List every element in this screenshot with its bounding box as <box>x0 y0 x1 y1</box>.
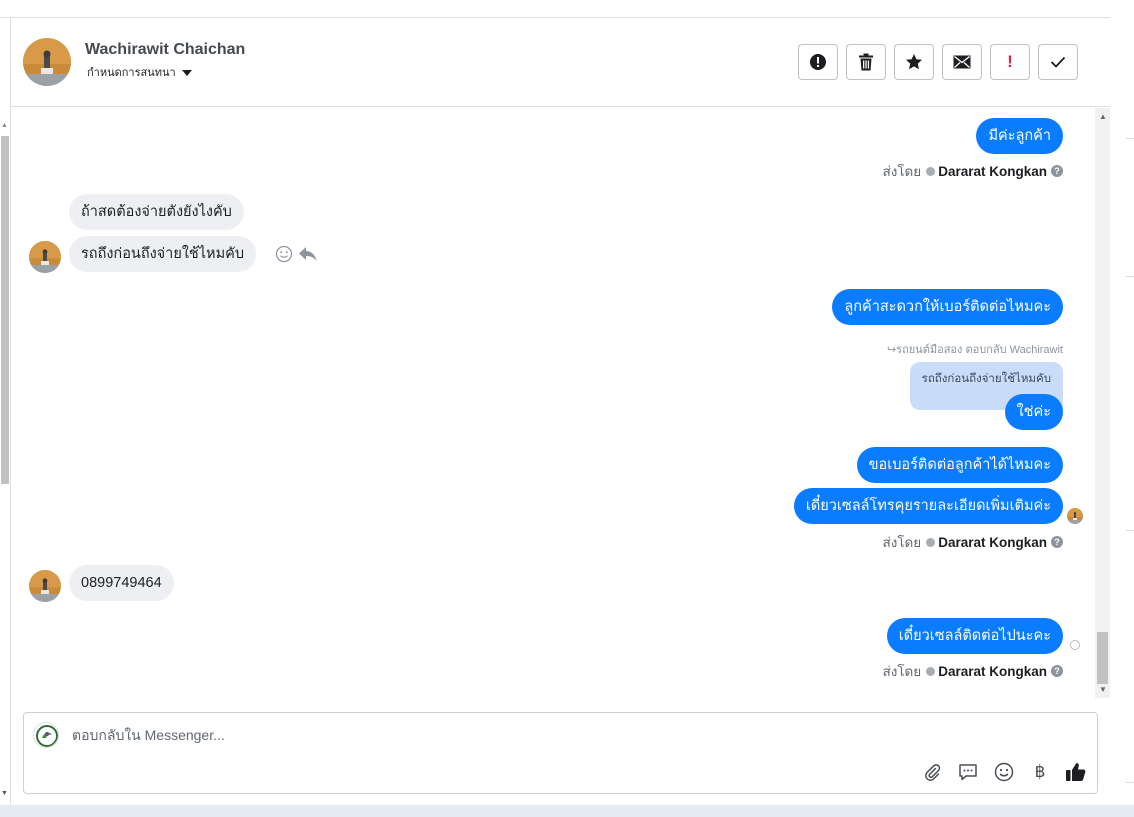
contact-name[interactable]: Wachirawit Chaichan <box>85 41 245 59</box>
follow-up-button[interactable]: ! <box>990 44 1030 80</box>
envelope-icon <box>953 55 971 69</box>
help-icon[interactable]: ? <box>1051 165 1063 177</box>
emoji-icon[interactable] <box>992 760 1016 784</box>
read-receipt-avatar <box>1067 508 1083 524</box>
message-incoming[interactable]: รถถึงก่อนถึงจ่ายใช้ไหมคับ <box>69 236 257 272</box>
message-outgoing[interactable]: เดี๋ยวเซลล์โทรคุยรายละเอียดเพิ่มเติมค่ะ <box>793 488 1063 524</box>
message-outgoing[interactable]: ลูกค้าสะดวกให้เบอร์ติดต่อไหมคะ <box>832 289 1063 325</box>
mark-done-button[interactable] <box>1038 44 1078 80</box>
header-actions: ! <box>798 44 1078 80</box>
bottom-strip <box>0 805 1134 817</box>
alert-circle-icon <box>810 54 826 70</box>
help-icon[interactable]: ? <box>1051 536 1063 548</box>
agent-name[interactable]: Dararat Kongkan <box>938 664 1047 679</box>
scroll-down-arrow[interactable]: ▼ <box>1099 685 1107 694</box>
contact-avatar[interactable] <box>29 241 61 273</box>
conversation-settings-label: กำหนดการสนทนา <box>87 67 176 79</box>
contact-avatar[interactable] <box>29 570 61 602</box>
conversation-header: Wachirawit Chaichan กำหนดการสนทนา ! <box>11 18 1110 107</box>
message-list: มีค่ะลูกค้า ส่งโดย Dararat Kongkan? ถ้าสด… <box>11 108 1110 698</box>
sent-check-icon <box>926 166 936 176</box>
saved-replies-icon[interactable] <box>956 760 980 784</box>
message-outgoing[interactable]: เดี๋ยวเซลล์ติดต่อไปนะคะ <box>886 618 1063 654</box>
message-incoming[interactable]: 0899749464 <box>69 565 174 601</box>
star-icon <box>906 54 922 70</box>
reply-icon[interactable] <box>298 246 318 267</box>
star-button[interactable] <box>894 44 934 80</box>
left-scrollbar[interactable]: ▲ ▼ <box>0 18 11 805</box>
exclamation-icon: ! <box>1007 52 1013 71</box>
reply-input[interactable] <box>72 725 972 745</box>
paperclip-icon[interactable] <box>920 760 944 784</box>
help-icon[interactable]: ? <box>1051 665 1063 677</box>
mark-spam-button[interactable] <box>798 44 838 80</box>
top-strip <box>0 0 1110 18</box>
message-incoming[interactable]: ถ้าสดต้องจ่ายตังยังไงคับ <box>69 194 244 230</box>
scroll-up-arrow[interactable]: ▲ <box>1099 112 1107 121</box>
sent-check-icon <box>926 537 936 547</box>
reply-context-label: ↪รถยนต์มือสอง ตอบกลับ Wachirawit <box>886 344 1063 356</box>
delivered-check-icon <box>1070 640 1080 650</box>
agent-name[interactable]: Dararat Kongkan <box>938 164 1047 179</box>
messages-scrollbar[interactable]: ▲ ▼ <box>1095 108 1110 698</box>
sent-by-label: ส่งโดย Dararat Kongkan? <box>882 531 1063 553</box>
baht-icon[interactable]: ฿ <box>1028 760 1052 784</box>
delete-button[interactable] <box>846 44 886 80</box>
react-emoji-icon[interactable] <box>275 245 293 268</box>
scroll-down-arrow[interactable]: ▼ <box>1 790 8 797</box>
sent-by-label: ส่งโดย Dararat Kongkan? <box>882 160 1063 182</box>
contact-avatar[interactable] <box>23 38 71 86</box>
reply-composer: ฿ <box>23 712 1098 794</box>
sent-by-label: ส่งโดย Dararat Kongkan? <box>882 660 1063 682</box>
scroll-up-arrow[interactable]: ▲ <box>1 122 8 129</box>
left-scrollbar-thumb[interactable] <box>1 136 9 484</box>
message-outgoing[interactable]: ขอเบอร์ติดต่อลูกค้าได้ไหมคะ <box>856 447 1063 483</box>
sent-check-icon <box>926 666 936 676</box>
trash-icon <box>859 53 873 71</box>
check-icon <box>1050 56 1066 68</box>
message-outgoing[interactable]: มีค่ะลูกค้า <box>976 118 1063 154</box>
message-outgoing[interactable]: ใช่ค่ะ <box>1004 394 1063 430</box>
right-edge <box>1110 0 1134 805</box>
conversation-panel: Wachirawit Chaichan กำหนดการสนทนา ! มีค่… <box>11 18 1110 805</box>
thumbs-up-icon[interactable] <box>1064 760 1088 784</box>
messages-scrollbar-thumb[interactable] <box>1097 632 1108 684</box>
conversation-settings-dropdown[interactable]: กำหนดการสนทนา <box>87 63 192 81</box>
agent-name[interactable]: Dararat Kongkan <box>938 535 1047 550</box>
page-avatar <box>33 722 59 748</box>
composer-tools: ฿ <box>920 760 1088 784</box>
mark-unread-button[interactable] <box>942 44 982 80</box>
caret-down-icon <box>181 70 192 77</box>
